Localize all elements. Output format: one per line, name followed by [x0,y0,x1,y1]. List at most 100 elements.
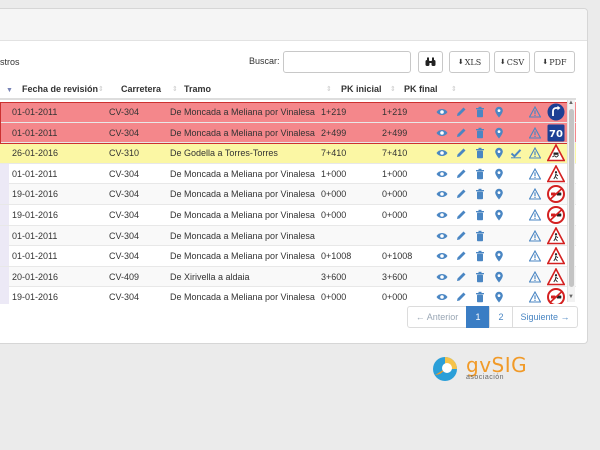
column-header-carretera[interactable]: Carretera [121,84,161,94]
cell-tramo: De Moncada a Meliana por Vinalesa [170,127,315,138]
pencil-icon[interactable] [455,127,467,139]
pencil-icon[interactable] [455,271,467,283]
column-header-pk-final[interactable]: PK final [404,84,438,94]
pencil-icon[interactable] [455,147,467,159]
scroll-down-arrow-icon[interactable]: ▼ [568,294,574,300]
search-input[interactable] [283,51,411,73]
sort-icon[interactable]: ⇕ [172,85,178,93]
table-row[interactable]: 26-01-2016 CV-310 De Godella a Torres-Torr… [0,143,576,164]
table-scrollbar[interactable]: ▲ ▼ [567,100,575,302]
scrollbar-thumb[interactable] [569,109,574,287]
warning-icon[interactable] [528,208,542,221]
warning-icon[interactable] [528,126,542,139]
find-button[interactable] [418,51,443,73]
table-row[interactable]: 19-01-2016 CV-304 De Moncada a Meliana por… [0,184,576,205]
pencil-icon[interactable] [455,250,467,262]
cell-pk-final: 0+000 [382,210,408,220]
eye-icon[interactable] [436,188,448,200]
warning-icon[interactable] [528,105,542,118]
pagination-page-1[interactable]: 1 [466,306,490,328]
table-row[interactable]: 01-01-2011 CV-304 De Moncada a Meliana por… [0,246,576,267]
map-marker-icon[interactable] [493,127,505,139]
warning-icon[interactable] [528,147,542,159]
trash-icon[interactable] [474,147,486,159]
trash-icon[interactable] [474,230,486,242]
column-header-pk-inicial[interactable]: PK inicial [341,84,382,94]
pencil-icon[interactable] [455,188,467,200]
gvsig-logo-icon [433,357,457,381]
cell-fecha: 01-01-2011 [12,127,58,138]
table-row[interactable]: 19-01-2016 CV-304 De Moncada a Meliana por… [0,287,576,304]
map-marker-icon[interactable] [493,168,505,180]
table-row[interactable]: 01-01-2011 CV-304 De Moncada a Meliana por… [0,163,576,185]
table-row[interactable]: 01-01-2011 CV-304 De Moncada a Meliana por… [0,102,576,123]
sort-icon[interactable]: ⇕ [326,85,332,93]
trash-icon[interactable] [474,250,486,262]
eye-icon[interactable] [436,168,448,180]
check-icon[interactable] [510,147,522,159]
map-marker-icon[interactable] [493,291,505,303]
pencil-icon[interactable] [455,209,467,221]
sort-icon[interactable]: ⇕ [451,85,457,93]
map-marker-icon[interactable] [493,250,505,262]
trash-icon[interactable] [474,188,486,200]
export-pdf-button[interactable]: ⬇ PDF [534,51,575,73]
table-row[interactable]: 20-01-2016 CV-409 De Xirivella a aldaia 3+6… [0,266,576,288]
sort-icon[interactable]: ⇕ [98,85,104,93]
cell-tramo: De Xirivella a aldaia [170,271,250,282]
eye-icon[interactable] [436,106,448,118]
export-csv-button[interactable]: ⬇ CSV [494,51,530,73]
warning-icon[interactable] [528,167,542,180]
scroll-up-arrow-icon[interactable]: ▲ [568,100,574,106]
export-xls-button[interactable]: ⬇ XLS [449,51,490,73]
warning-icon[interactable] [528,250,542,262]
eye-icon[interactable] [436,271,448,283]
trash-icon[interactable] [474,209,486,221]
warning-icon[interactable] [528,229,542,242]
trash-icon[interactable] [474,127,486,139]
sort-icon[interactable]: ⇕ [390,85,396,93]
cell-carretera: CV-304 [109,189,140,200]
cell-tramo: De Godella a Torres-Torres [170,148,278,159]
trash-icon[interactable] [474,271,486,283]
cell-pk-final: 2+499 [382,127,408,138]
eye-icon[interactable] [436,291,448,303]
cell-pk-final: 3+600 [382,271,408,282]
pencil-icon[interactable] [455,291,467,303]
cell-tramo: De Moncada a Meliana por Vinalesa [170,292,315,303]
table-row[interactable]: 01-01-2011 CV-304 De Moncada a Meliana por… [0,225,576,247]
map-marker-icon[interactable] [493,188,505,200]
table-row[interactable]: 19-01-2016 CV-304 De Moncada a Meliana por… [0,205,576,226]
pencil-icon[interactable] [455,230,467,242]
row-sort-stripe [0,184,9,205]
sort-desc-icon[interactable]: ▼ [6,87,13,94]
cell-carretera: CV-304 [109,127,140,138]
column-header-tramo[interactable]: Tramo [184,84,211,94]
map-marker-icon[interactable] [493,209,505,221]
eye-icon[interactable] [436,209,448,221]
cell-carretera: CV-304 [109,251,140,262]
map-marker-icon[interactable] [493,106,505,118]
warning-icon[interactable] [528,188,542,200]
pencil-icon[interactable] [455,106,467,118]
eye-icon[interactable] [436,230,448,242]
cell-pk-final: 7+410 [382,148,408,159]
eye-icon[interactable] [436,147,448,159]
warning-icon[interactable] [528,291,542,303]
column-header-fecha[interactable]: Fecha de revisión [22,84,98,94]
map-marker-icon[interactable] [493,147,505,159]
pagination-next[interactable]: Siguiente → [512,306,578,328]
trash-icon[interactable] [474,168,486,180]
pencil-icon[interactable] [455,168,467,180]
warning-icon[interactable] [528,270,542,283]
trash-icon[interactable] [474,291,486,303]
table-row[interactable]: 01-01-2011 CV-304 De Moncada a Meliana por… [0,122,576,144]
eye-icon[interactable] [436,250,448,262]
trash-icon[interactable] [474,106,486,118]
export-csv-label: CSV [506,57,525,67]
eye-icon[interactable] [436,127,448,139]
pagination-prev[interactable]: ← Anterior [407,306,467,328]
pagination-page-2[interactable]: 2 [489,306,513,328]
cell-pk-inicial: 1+219 [321,107,347,117]
map-marker-icon[interactable] [493,271,505,283]
